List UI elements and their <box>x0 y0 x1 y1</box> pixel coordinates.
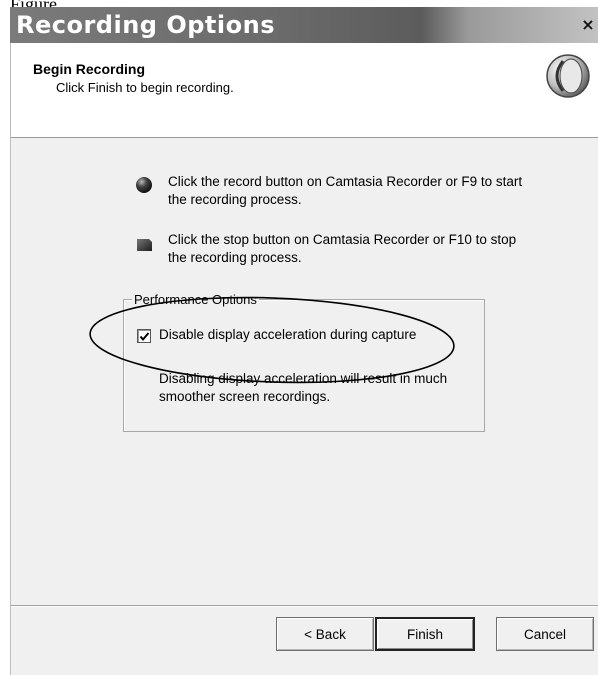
wizard-header: Begin Recording Click Finish to begin re… <box>11 43 598 138</box>
back-button[interactable]: < Back <box>276 617 374 651</box>
disable-acceleration-checkbox[interactable] <box>137 329 151 343</box>
close-icon[interactable]: × <box>580 15 596 35</box>
checkmark-icon <box>139 332 150 342</box>
title-bar[interactable]: Recording Options × <box>10 7 598 43</box>
record-ball-icon <box>136 177 152 193</box>
footer-divider <box>11 605 598 607</box>
performance-options-group <box>123 299 485 432</box>
performance-options-legend: Performance Options <box>132 292 259 307</box>
stop-square-icon <box>137 239 152 251</box>
header-subtitle: Click Finish to begin recording. <box>56 80 234 95</box>
finish-button[interactable]: Finish <box>375 617 475 651</box>
cancel-button[interactable]: Cancel <box>496 617 594 651</box>
record-instruction-text: Click the record button on Camtasia Reco… <box>168 174 523 207</box>
window-title: Recording Options <box>16 11 275 39</box>
camtasia-logo-icon <box>546 54 590 98</box>
header-title: Begin Recording <box>33 61 146 77</box>
screenshot-stage: Figure Recording Options × Begin Recordi… <box>0 0 598 675</box>
recording-options-dialog: Begin Recording Click Finish to begin re… <box>10 43 598 675</box>
stop-instruction-text: Click the stop button on Camtasia Record… <box>168 232 517 265</box>
disable-acceleration-label[interactable]: Disable display acceleration during capt… <box>159 327 416 342</box>
performance-description: Disabling display acceleration will resu… <box>159 371 448 404</box>
